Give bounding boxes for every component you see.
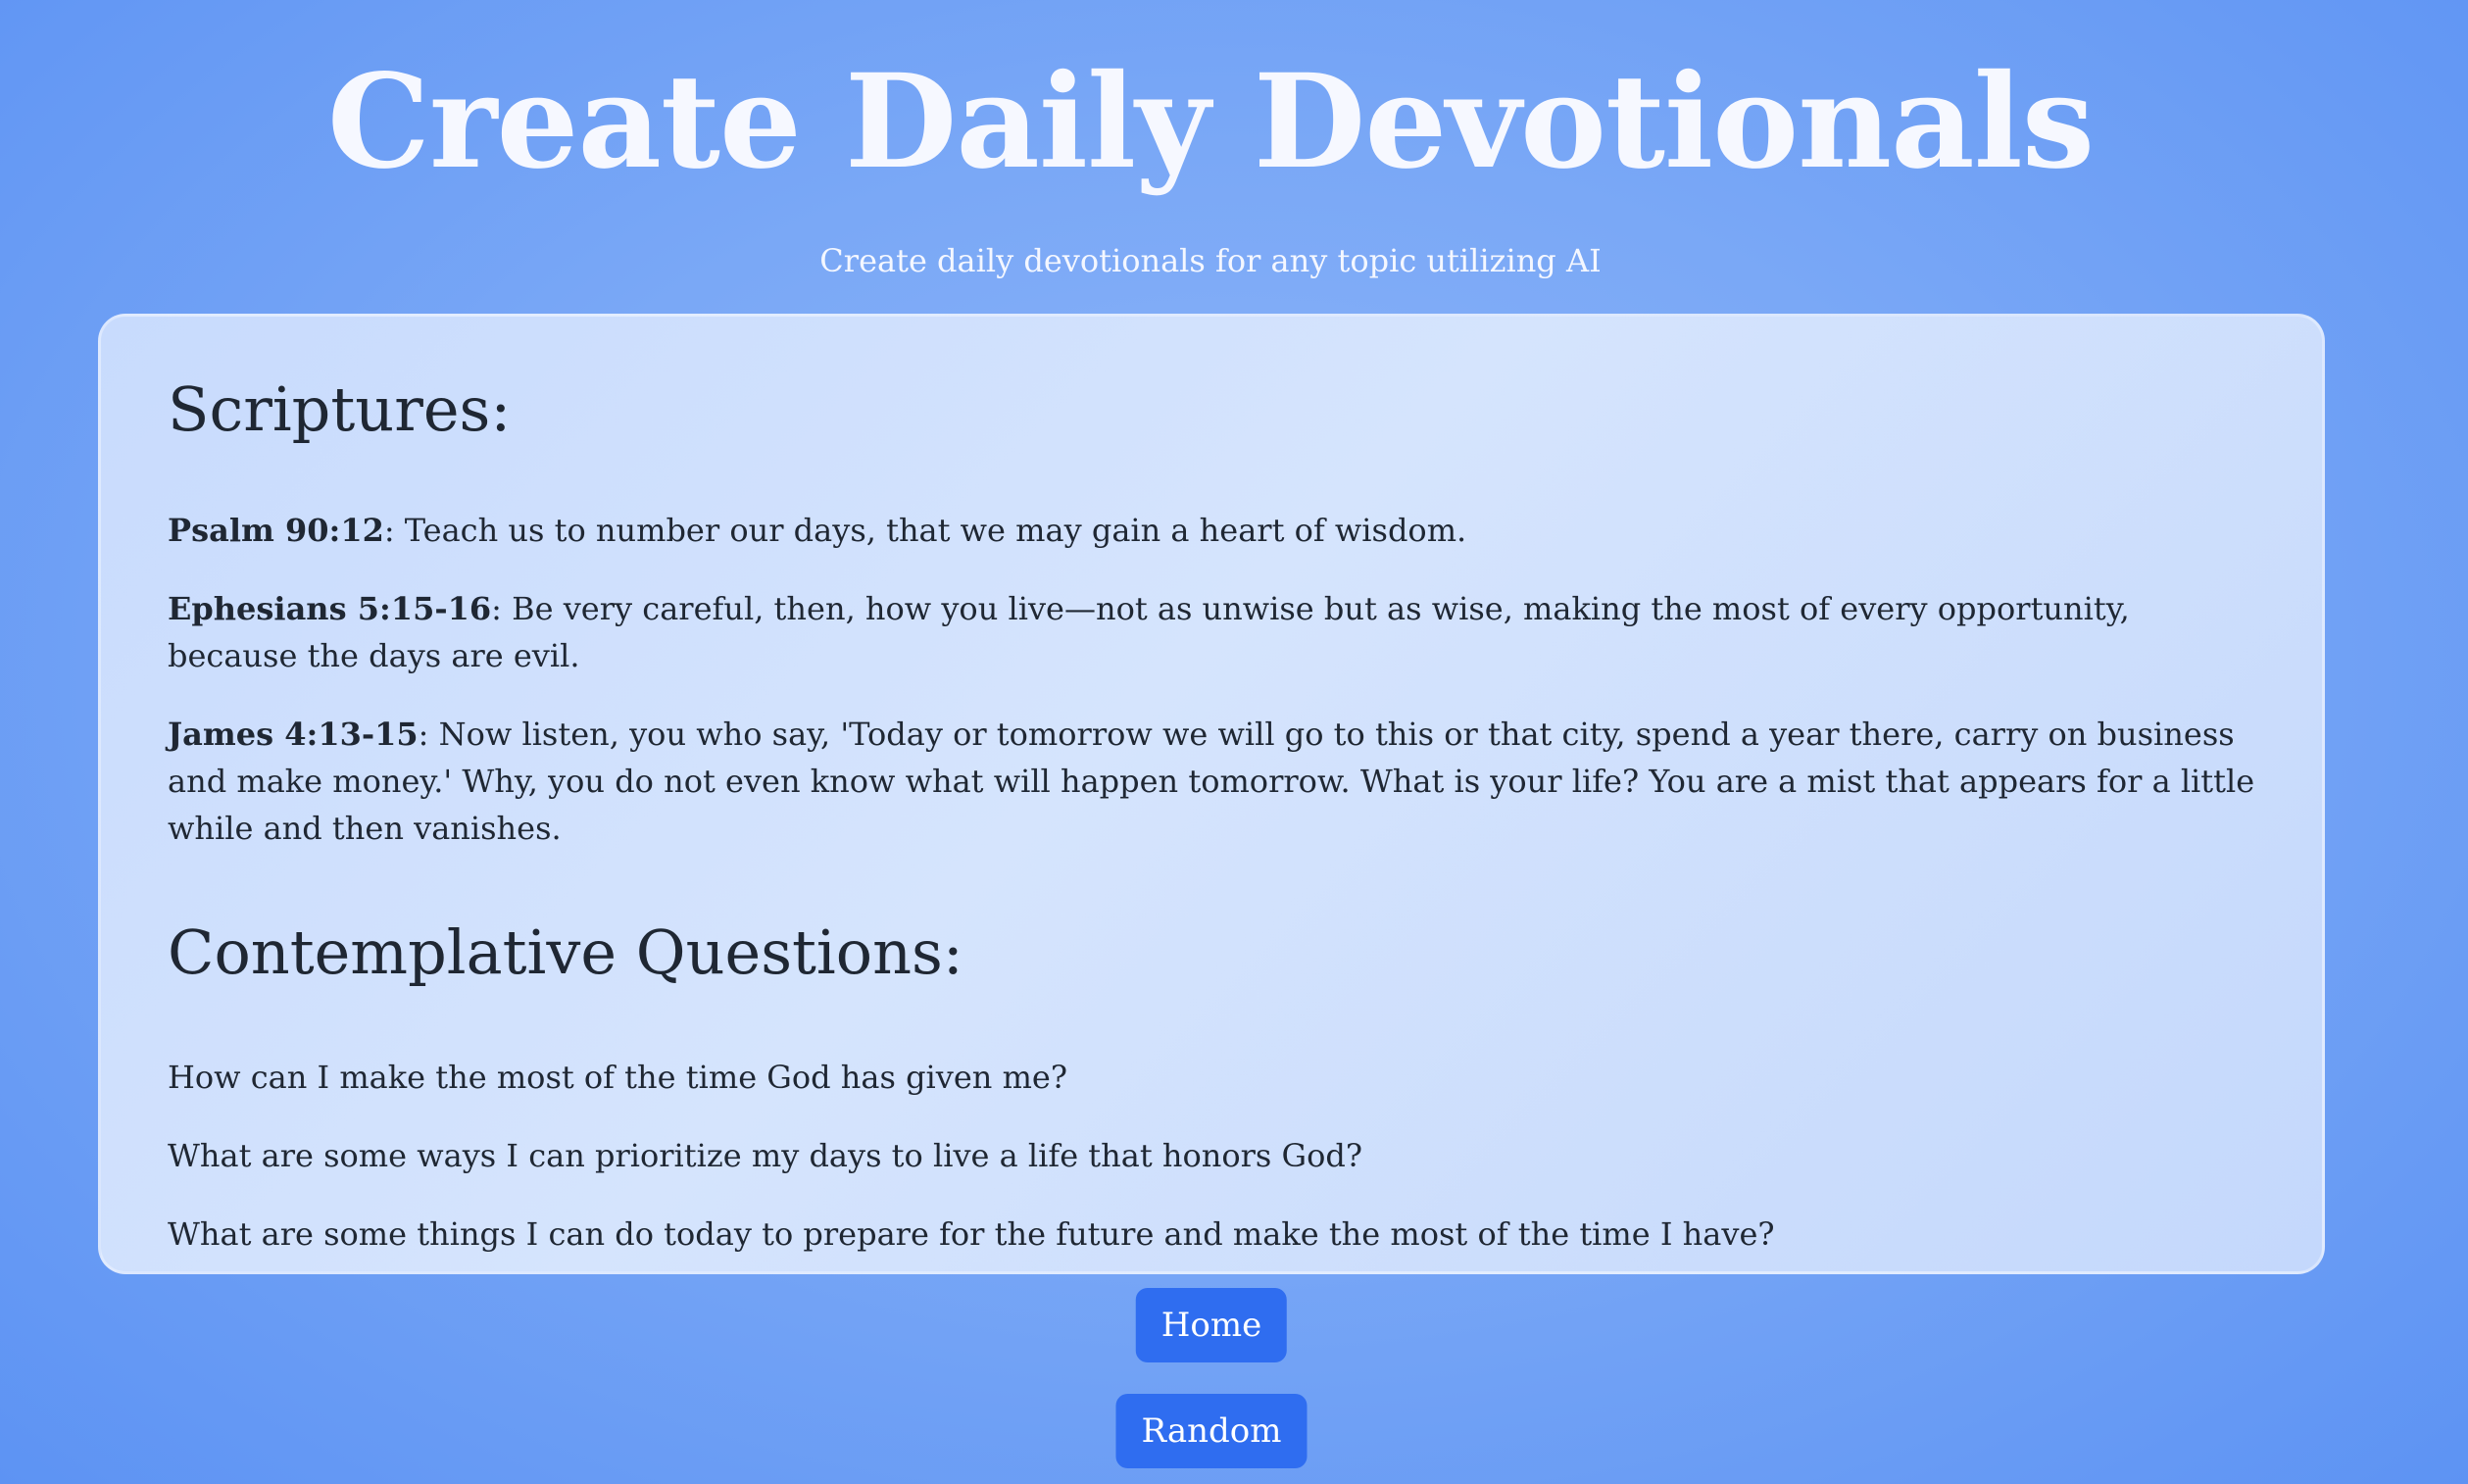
question-item: What are some things I can do today to p… (168, 1215, 1775, 1253)
random-button[interactable]: Random (1115, 1394, 1308, 1468)
page-title: Create Daily Devotionals (326, 46, 2095, 198)
question-item: What are some ways I can prioritize my d… (168, 1137, 1362, 1174)
scripture-text: : Now listen, you who say, 'Today or tom… (168, 716, 2255, 847)
question-item: How can I make the most of the time God … (168, 1059, 1068, 1096)
questions-heading: Contemplative Questions: (168, 916, 963, 988)
scriptures-heading: Scriptures: (168, 373, 512, 445)
scripture-reference: James 4:13-15 (168, 716, 419, 753)
scripture-reference: Ephesians 5:15-16 (168, 590, 492, 627)
scripture-item: James 4:13-15: Now listen, you who say, … (168, 711, 2255, 852)
home-button[interactable]: Home (1135, 1288, 1288, 1362)
page-subtitle: Create daily devotionals for any topic u… (819, 242, 1602, 279)
devotional-card: Scriptures: Psalm 90:12: Teach us to num… (98, 314, 2325, 1274)
scripture-item: Ephesians 5:15-16: Be very careful, then… (168, 585, 2255, 679)
scripture-reference: Psalm 90:12 (168, 512, 384, 549)
scripture-item: Psalm 90:12: Teach us to number our days… (168, 507, 2255, 554)
scripture-text: : Teach us to number our days, that we m… (383, 512, 1467, 549)
